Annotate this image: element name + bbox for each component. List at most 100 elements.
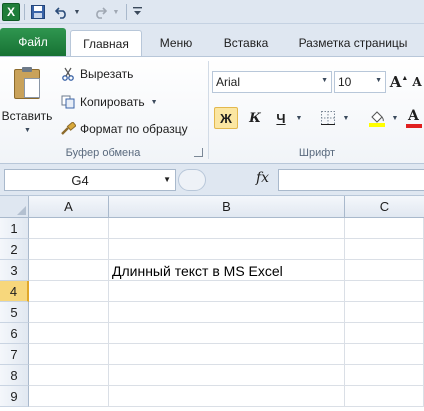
tab-home[interactable]: Главная: [70, 30, 142, 57]
insert-function-button[interactable]: fx: [256, 170, 269, 186]
grid-cell[interactable]: [29, 302, 109, 323]
font-size-value: 10: [338, 75, 352, 89]
clipboard-dialog-launcher-icon[interactable]: [194, 148, 203, 157]
row-header-6[interactable]: 6: [0, 323, 29, 344]
font-size-dropdown-icon: ▼: [375, 77, 382, 84]
font-color-button[interactable]: A: [404, 107, 424, 129]
row-header-2[interactable]: 2: [0, 239, 29, 260]
formula-input[interactable]: [278, 169, 424, 191]
grow-font-caret-icon: ▲: [401, 74, 409, 82]
font-size-select[interactable]: 10 ▼: [334, 71, 386, 93]
shrink-font-icon: A: [412, 75, 422, 89]
save-icon[interactable]: [28, 2, 48, 22]
grid-cell[interactable]: [29, 218, 109, 239]
grid-cell[interactable]: [29, 260, 109, 281]
grid-cell[interactable]: [109, 218, 345, 239]
formula-bar-handle[interactable]: [178, 169, 206, 191]
redo-icon[interactable]: [90, 2, 110, 22]
italic-button[interactable]: К: [243, 107, 267, 129]
borders-dropdown-icon[interactable]: ▼: [340, 107, 352, 129]
grid-cell[interactable]: [345, 218, 424, 239]
format-painter-button[interactable]: Формат по образцу: [60, 118, 188, 140]
underline-label: Ч: [276, 110, 286, 126]
grid-cell[interactable]: [29, 386, 109, 407]
row-header-3[interactable]: 3: [0, 260, 29, 281]
column-header-a[interactable]: A: [29, 196, 109, 218]
grid-cell[interactable]: [29, 281, 109, 302]
grid-cell[interactable]: [345, 302, 424, 323]
excel-logo-icon[interactable]: X: [2, 3, 20, 21]
grid-cell[interactable]: [345, 239, 424, 260]
grid-cell[interactable]: [109, 281, 345, 302]
column-header-c[interactable]: C: [345, 196, 424, 218]
shrink-font-button[interactable]: A: [410, 71, 424, 93]
row-header-4[interactable]: 4: [0, 281, 29, 302]
cell-b3[interactable]: Длинный текст в MS Excel: [112, 260, 283, 281]
fill-bucket-icon: [369, 111, 385, 127]
brush-icon: [60, 121, 76, 137]
grow-font-button[interactable]: A ▲: [390, 71, 409, 93]
paste-button[interactable]: Вставить ▼: [2, 65, 52, 143]
copy-label: Копировать: [80, 95, 145, 109]
grid-cell[interactable]: [345, 323, 424, 344]
ribbon-tabs: Файл Главная Меню Вставка Разметка стран…: [0, 24, 424, 57]
cut-button[interactable]: Вырезать: [60, 63, 133, 85]
font-family-select[interactable]: Arial ▼: [212, 71, 332, 93]
grid-cell[interactable]: [109, 323, 345, 344]
grid-cell[interactable]: [109, 239, 345, 260]
row-header-8[interactable]: 8: [0, 365, 29, 386]
paste-label: Вставить: [1, 109, 53, 123]
grid-cell[interactable]: [345, 365, 424, 386]
bold-label: Ж: [220, 110, 232, 126]
name-box[interactable]: G4 ▼: [4, 169, 176, 191]
grid-cell[interactable]: [345, 260, 424, 281]
row-header-5[interactable]: 5: [0, 302, 29, 323]
grid-cell[interactable]: [109, 302, 345, 323]
borders-icon: [321, 111, 335, 125]
grid-cell[interactable]: [29, 323, 109, 344]
grid-cell[interactable]: [29, 239, 109, 260]
row-header-7[interactable]: 7: [0, 344, 29, 365]
underline-dropdown-icon[interactable]: ▼: [293, 107, 305, 129]
tab-insert[interactable]: Вставка: [210, 30, 282, 56]
grid-cell[interactable]: [109, 344, 345, 365]
customize-qat-icon[interactable]: [130, 2, 144, 22]
tab-menu[interactable]: Меню: [148, 30, 204, 56]
paste-dropdown-icon: ▼: [24, 127, 31, 134]
copy-button[interactable]: Копировать ▼: [60, 91, 158, 113]
copy-icon: [60, 94, 76, 110]
fill-color-dropdown-icon[interactable]: ▼: [390, 107, 400, 129]
paste-icon: [14, 67, 40, 99]
row-header-9[interactable]: 9: [0, 386, 29, 407]
underline-button[interactable]: Ч: [270, 107, 292, 129]
name-box-value: G4: [71, 173, 89, 188]
bold-button[interactable]: Ж: [214, 107, 238, 129]
grid-cell[interactable]: [109, 386, 345, 407]
cut-label: Вырезать: [80, 67, 134, 81]
grid-cell[interactable]: [109, 365, 345, 386]
redo-dropdown-icon[interactable]: ▼: [111, 2, 121, 22]
tab-page-layout[interactable]: Разметка страницы: [288, 30, 418, 56]
ribbon-group-divider: [208, 61, 209, 159]
grid-cell[interactable]: [29, 344, 109, 365]
worksheet-grid[interactable]: A B C 1 2 3 4 5 6 7 8 9 Длинный текст в …: [0, 196, 424, 411]
row-header-1[interactable]: 1: [0, 218, 29, 239]
grid-cell[interactable]: [29, 365, 109, 386]
borders-button[interactable]: [318, 107, 338, 129]
undo-dropdown-icon[interactable]: ▼: [72, 2, 82, 22]
grid-cell[interactable]: [345, 281, 424, 302]
formula-tools: fx: [178, 169, 278, 191]
column-header-b[interactable]: B: [109, 196, 345, 218]
fill-color-button[interactable]: [366, 107, 388, 129]
grid-cell[interactable]: [345, 386, 424, 407]
grid-cell[interactable]: [345, 344, 424, 365]
qat-divider: [126, 4, 127, 20]
name-box-dropdown-icon[interactable]: ▼: [163, 175, 171, 184]
tab-file[interactable]: Файл: [0, 28, 66, 56]
italic-label: К: [249, 110, 261, 126]
font-color-icon: A: [405, 108, 423, 128]
formula-bar: G4 ▼ fx: [0, 164, 424, 196]
font-group-label: Шрифт: [298, 147, 336, 159]
select-all-button[interactable]: [0, 196, 29, 218]
undo-icon[interactable]: [52, 2, 72, 22]
